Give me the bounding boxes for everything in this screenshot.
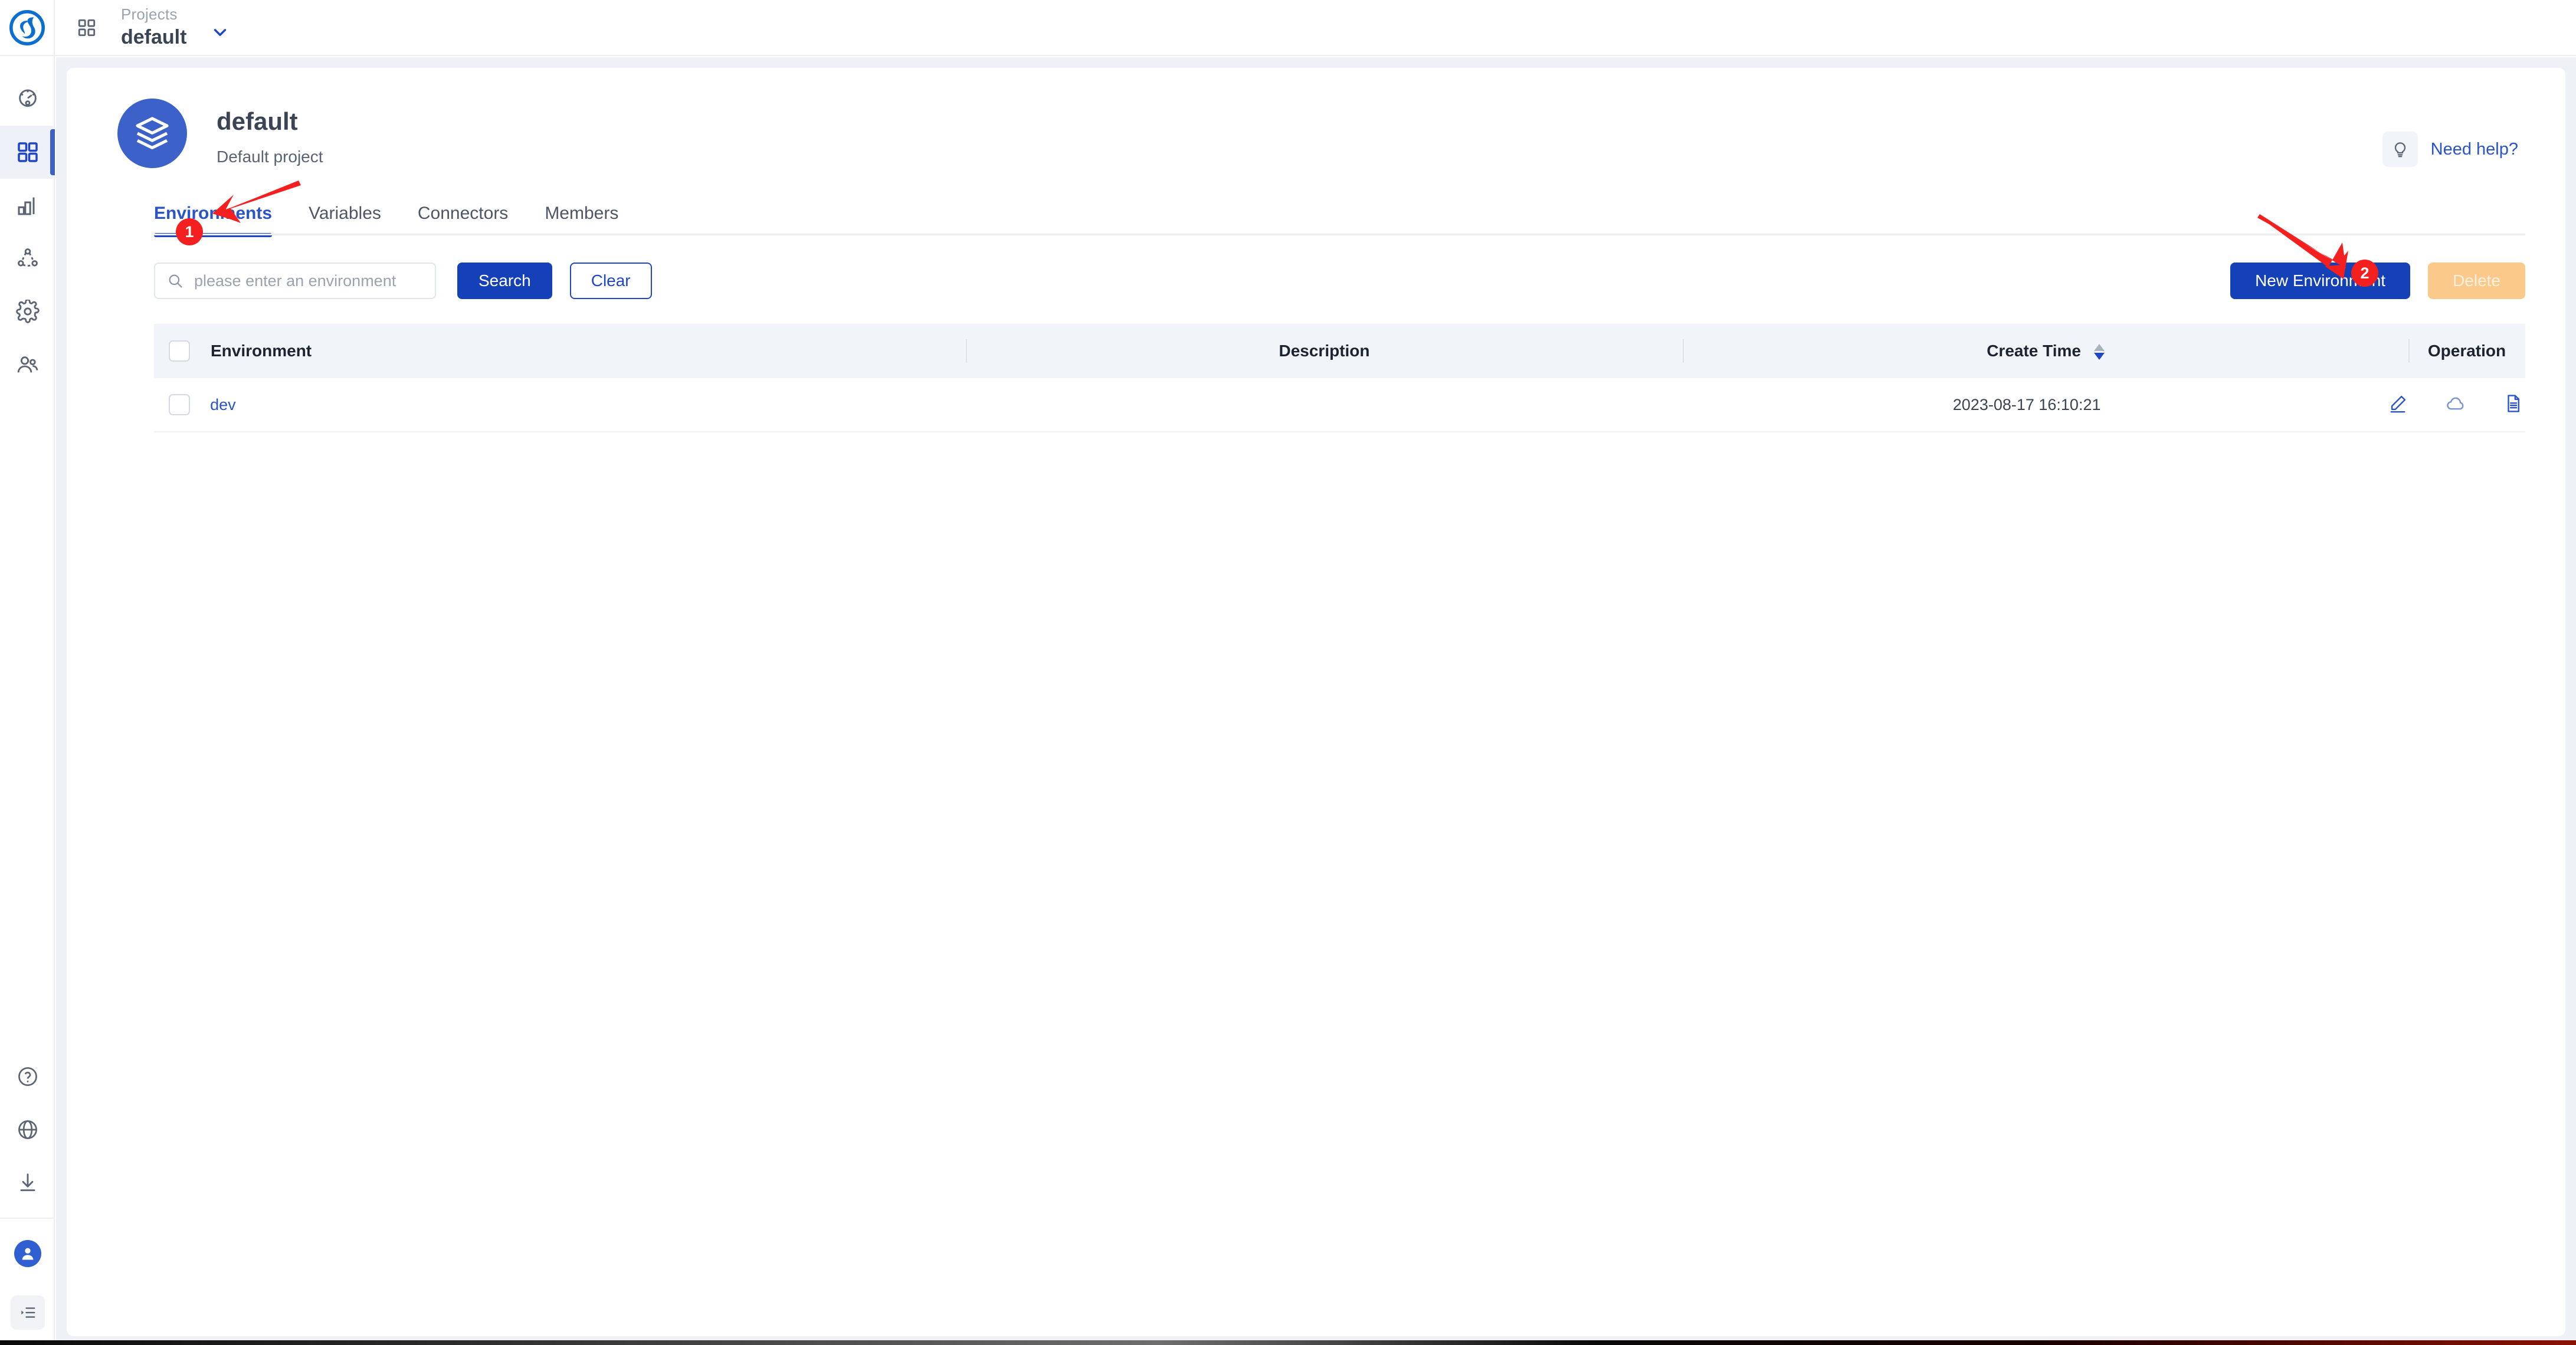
- gear-icon: [15, 300, 40, 323]
- tab-bar: Environments Variables Connectors Member…: [67, 193, 2565, 237]
- content-card: default Default project Need help? Envir…: [67, 68, 2565, 1336]
- sidebar-item-settings[interactable]: [0, 285, 55, 338]
- toolbar: please enter an environment Search Clear…: [67, 263, 2565, 299]
- current-project-name: default: [121, 25, 187, 48]
- column-header-description[interactable]: Description: [966, 342, 1683, 360]
- brand-logo-icon: [9, 9, 45, 45]
- need-help-button[interactable]: Need help?: [2382, 132, 2518, 167]
- grid-icon: [17, 142, 38, 162]
- collapse-menu-icon: [10, 1295, 45, 1330]
- tab-underline-rule: [154, 234, 2525, 235]
- top-bar: Projects default: [0, 0, 2576, 56]
- project-header: default Default project Need help?: [67, 68, 2565, 168]
- cell-create-time: 2023-08-17 16:10:21: [1952, 395, 2101, 414]
- download-icon: [19, 1173, 35, 1192]
- search-placeholder: please enter an environment: [194, 271, 396, 290]
- clear-button[interactable]: Clear: [569, 263, 652, 299]
- project-avatar: [117, 99, 187, 168]
- gauge-icon: [18, 89, 37, 107]
- table-row[interactable]: dev 2023-08-17 16:10:21: [154, 378, 2525, 432]
- select-all-checkbox[interactable]: [154, 340, 205, 362]
- tab-members[interactable]: Members: [545, 204, 618, 235]
- search-button[interactable]: Search: [457, 263, 552, 299]
- tab-variables[interactable]: Variables: [309, 204, 381, 235]
- projects-label: Projects: [121, 5, 178, 24]
- screen-bottom-edge: [0, 1340, 2576, 1345]
- column-header-environment[interactable]: Environment: [205, 342, 966, 360]
- network-icon: [17, 248, 38, 267]
- file-list-icon[interactable]: [2502, 392, 2525, 415]
- sidebar-divider: [0, 1218, 55, 1219]
- sidebar-item-account[interactable]: [0, 1227, 55, 1280]
- annotation-badge-2: 2: [2351, 260, 2378, 287]
- edit-icon[interactable]: [2386, 392, 2410, 415]
- row-checkbox[interactable]: [154, 394, 204, 415]
- environment-link[interactable]: dev: [210, 396, 236, 414]
- search-icon: [169, 274, 182, 288]
- sidebar-item-download[interactable]: [0, 1156, 55, 1209]
- app-logo[interactable]: [0, 0, 55, 55]
- column-header-create-time[interactable]: Create Time: [1683, 342, 2408, 360]
- page-canvas: default Default project Need help? Envir…: [56, 57, 2576, 1345]
- project-switcher[interactable]: Projects default: [121, 0, 186, 55]
- bar-chart-icon: [18, 197, 34, 215]
- sidebar-item-topology[interactable]: [0, 232, 55, 285]
- users-icon: [17, 356, 38, 373]
- sidebar-item-collapse[interactable]: [0, 1280, 55, 1345]
- sort-arrows-icon[interactable]: [2093, 344, 2105, 360]
- cell-environment: dev: [204, 396, 958, 414]
- need-help-label: Need help?: [2430, 139, 2518, 159]
- new-environment-button[interactable]: New Environment: [2230, 263, 2411, 299]
- sidebar-item-projects[interactable]: [0, 126, 55, 179]
- globe-icon: [18, 1120, 37, 1139]
- column-header-operation: Operation: [2408, 342, 2525, 360]
- left-sidebar: [0, 56, 55, 1345]
- annotation-badge-1: 1: [176, 218, 203, 245]
- lightbulb-icon: [2382, 132, 2418, 167]
- grid-icon[interactable]: [74, 15, 100, 41]
- cell-operations: [2386, 392, 2525, 418]
- app-window: Projects default default Default project…: [0, 0, 2576, 1345]
- tab-connectors[interactable]: Connectors: [418, 204, 508, 235]
- user-avatar-icon: [14, 1240, 41, 1267]
- tab-environments[interactable]: Environments: [154, 204, 273, 237]
- column-header-create-time-label: Create Time: [1987, 342, 2081, 360]
- search-input[interactable]: please enter an environment: [154, 263, 436, 299]
- question-circle-icon: [18, 1067, 37, 1086]
- sidebar-item-analytics[interactable]: [0, 179, 55, 232]
- cloud-icon[interactable]: [2444, 392, 2467, 415]
- sidebar-item-help[interactable]: [0, 1050, 55, 1103]
- page-subtitle: Default project: [217, 147, 323, 166]
- sidebar-item-members[interactable]: [0, 338, 55, 391]
- page-title: default: [217, 107, 298, 135]
- table-header-row: Environment Description Create Time Oper…: [154, 324, 2525, 378]
- environments-table: Environment Description Create Time Oper…: [67, 324, 2565, 432]
- sidebar-item-language[interactable]: [0, 1103, 55, 1156]
- layers-stack-icon: [136, 117, 169, 150]
- delete-button[interactable]: Delete: [2428, 263, 2525, 299]
- chevron-down-icon[interactable]: [210, 0, 230, 55]
- sidebar-item-dashboard[interactable]: [0, 73, 55, 126]
